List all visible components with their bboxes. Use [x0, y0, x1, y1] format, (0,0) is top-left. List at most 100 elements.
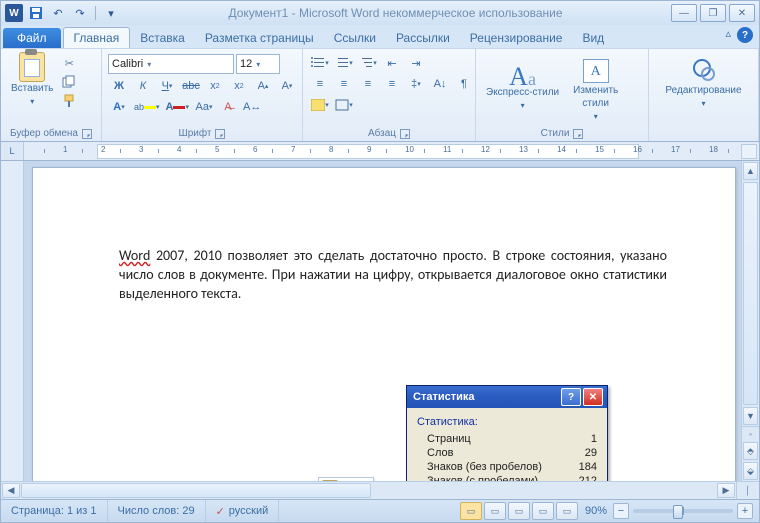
borders-button[interactable]: ▾	[333, 96, 355, 114]
ribbon: Вставить ▾ ✂ Буфер обмена Calibri▾ 12▾	[1, 48, 759, 142]
close-window-button[interactable]: ✕	[729, 4, 755, 22]
align-right-button[interactable]: ≡	[357, 75, 379, 93]
scroll-thumb[interactable]	[743, 182, 758, 405]
view-web-icon[interactable]: ▭	[508, 502, 530, 520]
multilevel-button[interactable]: ▾	[357, 54, 379, 72]
tab-selector[interactable]: L	[1, 142, 24, 160]
highlight-button[interactable]: ab▾	[132, 98, 162, 116]
tab-references[interactable]: Ссылки	[324, 28, 386, 48]
tab-layout[interactable]: Разметка страницы	[195, 28, 324, 48]
superscript-button[interactable]: x2	[228, 77, 250, 95]
change-styles-button[interactable]: A Изменить стили▾	[569, 57, 622, 124]
body-text[interactable]: Word 2007, 2010 позволяет это сделать до…	[119, 246, 667, 303]
tab-review[interactable]: Рецензирование	[460, 28, 573, 48]
view-outline-icon[interactable]: ▭	[532, 502, 554, 520]
cut-icon[interactable]: ✂	[61, 55, 77, 71]
status-language[interactable]: ✓русский	[206, 500, 280, 522]
split-handle[interactable]: │	[736, 482, 759, 499]
horizontal-ruler[interactable]: L 123456789101112131415161718	[1, 142, 759, 161]
undo-icon[interactable]: ↶	[49, 4, 67, 22]
tab-view[interactable]: Вид	[572, 28, 614, 48]
browse-object-icon[interactable]: ◦	[742, 427, 759, 441]
font-size-combo[interactable]: 12▾	[236, 54, 280, 74]
qat-customize-icon[interactable]: ▾	[102, 4, 120, 22]
maximize-button[interactable]: ❐	[700, 4, 726, 22]
grow-font-button[interactable]: A▴	[252, 77, 274, 95]
italic-button[interactable]: К	[132, 77, 154, 95]
zoom-out-button[interactable]: −	[613, 503, 629, 519]
format-painter-icon[interactable]	[61, 93, 77, 109]
scroll-left-icon[interactable]: ◀	[2, 483, 20, 498]
styles-launcher-icon[interactable]	[573, 129, 583, 139]
copy-icon[interactable]	[61, 74, 77, 90]
minimize-ribbon-icon[interactable]: ▵	[725, 27, 731, 43]
help-icon[interactable]: ?	[737, 27, 753, 43]
dialog-close-x-button[interactable]: ✕	[583, 388, 603, 406]
clear-formatting-button[interactable]: A̶	[217, 98, 239, 116]
clipboard-icon	[322, 480, 338, 481]
bullets-button[interactable]: ▾	[309, 54, 331, 72]
stat-value: 184	[579, 461, 597, 473]
justify-button[interactable]: ≡	[381, 75, 403, 93]
hscroll-thumb[interactable]	[21, 483, 371, 498]
align-left-button[interactable]: ≡	[309, 75, 331, 93]
scroll-right-icon[interactable]: ▶	[717, 483, 735, 498]
paste-options-smarttag[interactable]: (Ctrl)▾	[318, 477, 374, 481]
align-center-button[interactable]: ≡	[333, 75, 355, 93]
char-spacing-button[interactable]: A↔	[241, 98, 263, 116]
clipboard-launcher-icon[interactable]	[82, 129, 92, 139]
sort-button[interactable]: A↓	[429, 75, 451, 93]
scroll-up-icon[interactable]: ▲	[743, 162, 758, 180]
underline-button[interactable]: Ч ▾	[156, 77, 178, 95]
view-draft-icon[interactable]: ▭	[556, 502, 578, 520]
stat-value: 212	[579, 475, 597, 481]
bold-button[interactable]: Ж	[108, 77, 130, 95]
status-page[interactable]: Страница: 1 из 1	[1, 500, 108, 522]
subscript-button[interactable]: x2	[204, 77, 226, 95]
zoom-in-button[interactable]: +	[737, 503, 753, 519]
statistics-dialog: Статистика ? ✕ Статистика: Страниц1Слов2…	[406, 385, 608, 481]
tab-mailings[interactable]: Рассылки	[386, 28, 460, 48]
redo-icon[interactable]: ↷	[71, 4, 89, 22]
next-page-icon[interactable]: ⬙	[743, 462, 758, 480]
view-print-layout-icon[interactable]: ▭	[460, 502, 482, 520]
stat-value: 1	[591, 433, 597, 445]
text-effects-button[interactable]: A▾	[108, 98, 130, 116]
font-name-combo[interactable]: Calibri▾	[108, 54, 234, 74]
dialog-titlebar[interactable]: Статистика ? ✕	[407, 386, 607, 408]
paragraph-launcher-icon[interactable]	[400, 129, 410, 139]
dialog-help-button[interactable]: ?	[561, 388, 581, 406]
view-reading-icon[interactable]: ▭	[484, 502, 506, 520]
show-marks-button[interactable]: ¶	[453, 75, 475, 93]
tab-home[interactable]: Главная	[63, 27, 131, 48]
save-icon[interactable]	[27, 4, 45, 22]
font-color-button[interactable]: A▾	[164, 98, 191, 116]
shading-button[interactable]: ▾	[309, 96, 331, 114]
document-area[interactable]: Word 2007, 2010 позволяет это сделать до…	[24, 161, 741, 481]
tab-file[interactable]: Файл	[3, 28, 61, 48]
line-spacing-button[interactable]: ‡▾	[405, 75, 427, 93]
numbering-button[interactable]: ▾	[333, 54, 355, 72]
decrease-indent-button[interactable]: ⇤	[381, 54, 403, 72]
quick-styles-button[interactable]: Aa Экспресс-стили▾	[482, 69, 563, 113]
change-case-button[interactable]: Aa▾	[193, 98, 215, 116]
strike-button[interactable]: abc	[180, 77, 202, 95]
status-word-count[interactable]: Число слов: 29	[108, 500, 206, 522]
stat-row: Знаков (без пробелов)184	[417, 460, 597, 474]
editing-button[interactable]: Редактирование▾	[661, 55, 745, 111]
app-icon[interactable]: W	[5, 4, 23, 22]
vertical-ruler[interactable]	[1, 161, 24, 481]
horizontal-scrollbar[interactable]: ◀ ▶ │	[1, 481, 759, 499]
scroll-down-icon[interactable]: ▼	[743, 407, 758, 425]
zoom-slider[interactable]	[633, 509, 733, 513]
increase-indent-button[interactable]: ⇥	[405, 54, 427, 72]
font-launcher-icon[interactable]	[215, 129, 225, 139]
vertical-scrollbar[interactable]: ▲ ▼ ◦ ⬘ ⬙	[741, 161, 759, 481]
zoom-percent[interactable]: 90%	[585, 505, 607, 517]
ruler-toggle-icon[interactable]	[741, 144, 757, 159]
shrink-font-button[interactable]: A▾	[276, 77, 298, 95]
tab-insert[interactable]: Вставка	[130, 28, 195, 48]
prev-page-icon[interactable]: ⬘	[743, 442, 758, 460]
paste-button[interactable]: Вставить ▾	[7, 51, 57, 109]
minimize-button[interactable]: —	[671, 4, 697, 22]
